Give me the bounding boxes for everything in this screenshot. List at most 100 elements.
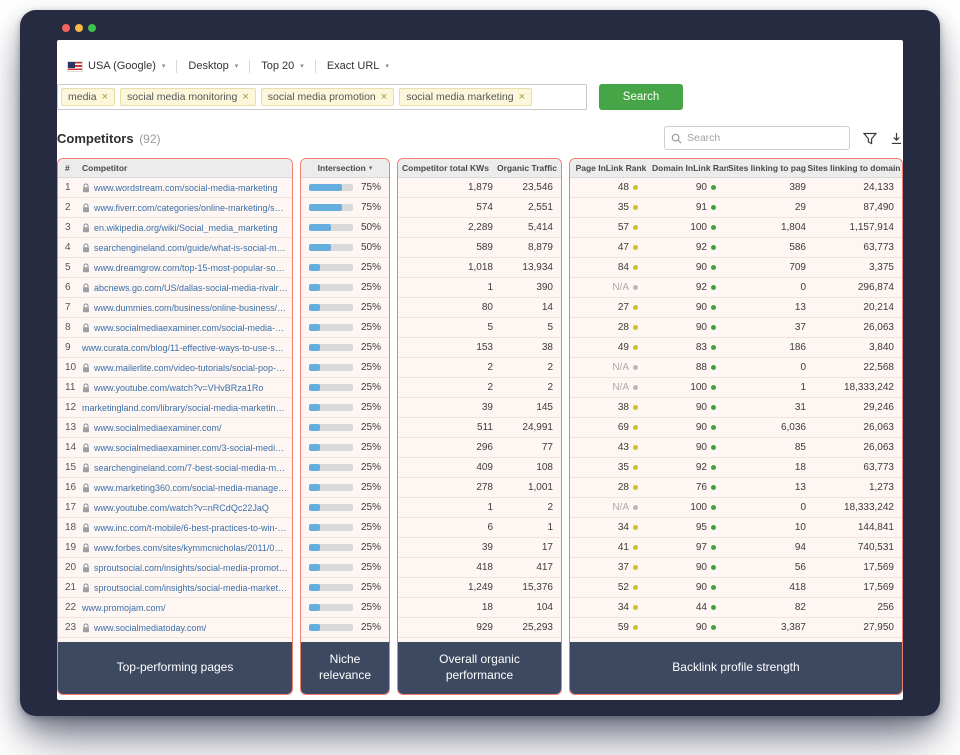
column-header-sites-linking-page[interactable]: Sites linking to page	[728, 163, 806, 173]
competitor-link[interactable]: www.socialmediaexaminer.com/social-media…	[82, 323, 292, 333]
annotation-backlink-strength: Backlink profile strength	[570, 642, 902, 694]
competitor-link[interactable]: www.youtube.com/watch?v=VHvBRza1Ro	[82, 383, 292, 393]
domain-inlink-rank: 90	[652, 582, 728, 593]
remove-tag-icon[interactable]: ×	[381, 91, 387, 103]
domain-inlink-rank: 90	[652, 182, 728, 193]
keywords-input[interactable]: media × social media monitoring × social med…	[57, 84, 587, 110]
competitor-link[interactable]: www.mailerlite.com/video-tutorials/socia…	[82, 363, 292, 373]
table-row: 55	[398, 318, 561, 338]
sites-linking-page-value: 0	[800, 362, 806, 373]
sites-linking-page-value: 0	[800, 282, 806, 293]
table-row: 41 97 94 740,531	[570, 538, 902, 558]
sites-linking-domain-value: 18,333,242	[843, 382, 894, 393]
rows-niche: 75% 75% 50% 50% 25% 25% 25% 25% 25% 25% 25% 25% 25% 2…	[301, 178, 389, 638]
table-row: 47 92 586 63,773	[570, 238, 902, 258]
column-header-sites-linking-domain[interactable]: Sites linking to domain	[806, 163, 902, 173]
row-number: 17	[65, 502, 77, 513]
top-results-selector[interactable]: Top 20 ▾	[261, 60, 304, 72]
competitor-link[interactable]: www.fiverr.com/categories/online-marketi…	[82, 203, 292, 213]
remove-tag-icon[interactable]: ×	[519, 91, 525, 103]
window-close-button[interactable]	[62, 24, 70, 32]
row-number: 7	[65, 302, 71, 313]
competitor-link[interactable]: www.inc.com/t-mobile/6-best-practices-to…	[82, 523, 292, 533]
competitor-link[interactable]: abcnews.go.com/US/dallas-social-media-ri…	[82, 283, 292, 293]
row-number: 19	[65, 542, 77, 553]
competitor-link[interactable]: sproutsocial.com/insights/social-media-m…	[82, 583, 292, 593]
competitor-link[interactable]: www.curata.com/blog/11-effective-ways-to…	[82, 343, 292, 353]
organic-traffic-value: 417	[536, 562, 553, 573]
column-header-organic-traffic[interactable]: Organic Traffic	[493, 163, 561, 173]
window-minimize-button[interactable]	[75, 24, 83, 32]
page-inlink-rank-value: 41	[617, 542, 629, 553]
column-header-total-kws[interactable]: Competitor total KWs	[398, 163, 493, 173]
competitor-link[interactable]: www.wordstream.com/social-media-marketin…	[82, 183, 292, 193]
competitor-link[interactable]: marketingland.com/library/social-media-m…	[82, 403, 292, 413]
column-header-domain-inlink-rank[interactable]: Domain InLink Rank	[652, 163, 728, 173]
page-inlink-rank-value: 43	[617, 442, 629, 453]
intersection-value: 25%	[360, 502, 381, 513]
table-row: 14 www.socialmediaexaminer.com/3-social-m…	[58, 438, 292, 458]
table-row: 21 sproutsocial.com/insights/social-media…	[58, 578, 292, 598]
competitor-link[interactable]: www.youtube.com/watch?v=nRCdQc22JaQ	[82, 503, 292, 513]
domain-inlink-rank-value: 100	[690, 382, 707, 393]
competitor-link[interactable]: www.marketing360.com/social-media-manage…	[82, 483, 292, 493]
competitor-link[interactable]: www.dummies.com/business/online-business…	[82, 303, 292, 313]
annotation-organic-performance: Overall organic performance	[398, 642, 561, 694]
competitor-link[interactable]: searchengineland.com/guide/what-is-socia…	[82, 243, 292, 253]
table-row: 38 90 31 29,246	[570, 398, 902, 418]
page-inlink-rank: 28	[570, 322, 652, 333]
competitor-link[interactable]: www.dreamgrow.com/top-15-most-popular-so…	[82, 263, 292, 273]
domain-inlink-rank-value: 90	[695, 402, 707, 413]
column-header-num[interactable]: #	[58, 163, 82, 173]
rank-dot	[711, 505, 716, 510]
region-selector[interactable]: USA (Google) ▾	[67, 60, 165, 72]
table-row: 35 91 29 87,490	[570, 198, 902, 218]
page-inlink-rank: 27	[570, 302, 652, 313]
domain-inlink-rank-value: 92	[695, 282, 707, 293]
competitor-link[interactable]: searchengineland.com/7-best-social-media…	[82, 463, 292, 473]
filter-icon[interactable]	[863, 132, 877, 145]
table-row: 13 www.socialmediaexaminer.com/	[58, 418, 292, 438]
sites-linking-page-value: 85	[794, 442, 806, 453]
app-content: USA (Google) ▾ Desktop ▾ Top 20 ▾ Exact …	[57, 40, 903, 700]
table-header: Intersection ▾	[301, 159, 389, 178]
table-row: 2,289 5,414	[398, 218, 561, 238]
rank-dot	[633, 305, 638, 310]
page-inlink-rank-value: 69	[617, 422, 629, 433]
total-kws-value: 1	[487, 282, 493, 293]
remove-tag-icon[interactable]: ×	[102, 91, 108, 103]
rank-dot	[711, 605, 716, 610]
total-kws-value: 80	[481, 302, 493, 313]
sites-linking-page-value: 10	[794, 522, 806, 533]
search-button[interactable]: Search	[599, 84, 683, 110]
total-kws-value: 418	[476, 562, 493, 573]
competitor-link[interactable]: en.wikipedia.org/wiki/Social_media_marke…	[82, 223, 292, 233]
competitor-link[interactable]: www.forbes.com/sites/kymmcnicholas/2011/…	[82, 543, 292, 553]
url-mode-selector[interactable]: Exact URL ▾	[327, 60, 389, 72]
table-search-input[interactable]	[687, 132, 843, 144]
competitor-link[interactable]: www.socialmediatoday.com/	[82, 623, 292, 633]
sites-linking-page-value: 389	[789, 182, 806, 193]
remove-tag-icon[interactable]: ×	[242, 91, 248, 103]
domain-inlink-rank: 91	[652, 202, 728, 213]
column-header-intersection[interactable]: Intersection	[318, 163, 366, 173]
competitor-link[interactable]: sproutsocial.com/insights/social-media-p…	[82, 563, 292, 573]
competitor-link[interactable]: www.socialmediaexaminer.com/3-social-med…	[82, 443, 292, 453]
intersection-bar-fill	[309, 304, 320, 311]
table-row: N/A 100 1 18,333,242	[570, 378, 902, 398]
column-header-page-inlink-rank[interactable]: Page InLink Rank	[570, 163, 652, 173]
page-inlink-rank: 35	[570, 202, 652, 213]
download-icon[interactable]	[890, 132, 903, 145]
annotation-niche-relevance: Niche relevance	[301, 642, 389, 694]
lock-icon	[82, 262, 90, 273]
page-inlink-rank-value: 35	[617, 462, 629, 473]
competitor-link[interactable]: www.socialmediaexaminer.com/	[82, 423, 292, 433]
column-header-competitor[interactable]: Competitor	[82, 163, 292, 173]
competitor-link[interactable]: www.promojam.com/	[82, 603, 292, 613]
domain-inlink-rank: 88	[652, 362, 728, 373]
device-selector[interactable]: Desktop ▾	[188, 60, 238, 72]
sites-linking-domain-value: 3,375	[868, 262, 894, 273]
window-maximize-button[interactable]	[88, 24, 96, 32]
domain-inlink-rank-value: 90	[695, 262, 707, 273]
table-search[interactable]	[664, 126, 850, 150]
